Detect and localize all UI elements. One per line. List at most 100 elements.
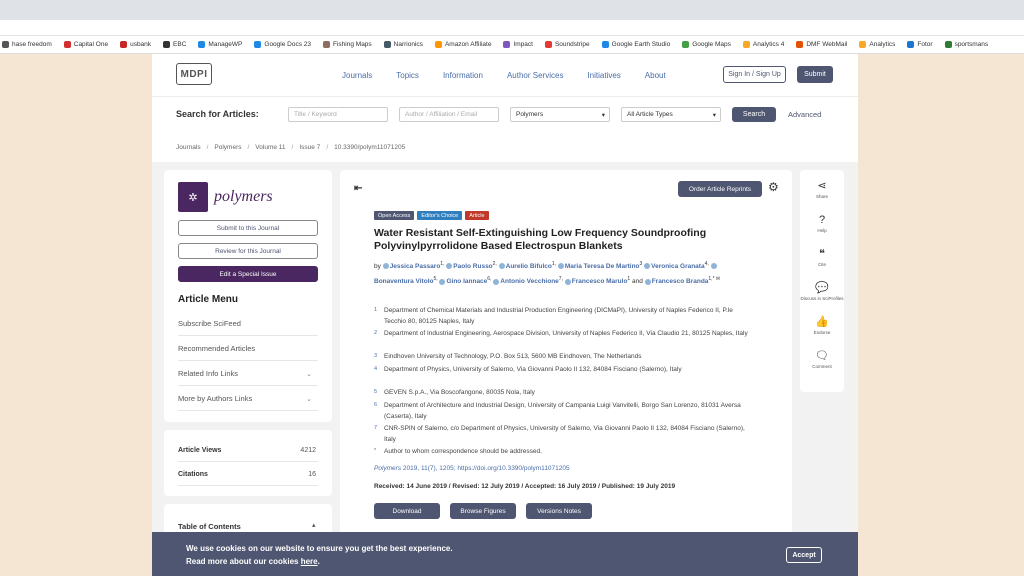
bookmark-item[interactable]: DMF WebMail (796, 41, 847, 48)
chevron-up-icon[interactable]: ▴ (312, 521, 316, 529)
order-reprints-button[interactable]: Order Article Reprints (678, 181, 762, 197)
versions-notes-button[interactable]: Versions Notes (526, 503, 592, 519)
article-badge[interactable]: Editor's Choice (417, 211, 463, 220)
bookmarks-bar: hase freedom Capital One usbank EBC ManageWP… (0, 36, 1024, 54)
tool-label: Endorse (813, 330, 831, 335)
article-menu-item[interactable]: More by Authors Links ⌄ (178, 387, 318, 411)
author-name[interactable]: Antonio Vecchione (500, 278, 559, 285)
article-badge[interactable]: Article (465, 211, 489, 220)
author-name[interactable]: Veronica Granata (651, 263, 704, 270)
gear-icon[interactable]: ⚙ (768, 180, 779, 194)
affiliation-number: 2 (374, 330, 378, 336)
bookmark-label: Capital One (73, 41, 109, 48)
bookmark-item[interactable]: Soundstripe (544, 41, 590, 48)
citation[interactable]: Polymers 2019, 11(7), 1205; https://doi.… (374, 465, 570, 472)
nav-link-author-services[interactable]: Author Services (507, 71, 563, 80)
bookmark-favicon-icon (434, 41, 442, 48)
tool-label: Help (817, 228, 827, 233)
bookmark-item[interactable]: Narrionics (383, 41, 423, 48)
stat-value: 4212 (300, 447, 316, 454)
bookmark-item[interactable]: Capital One (63, 41, 109, 48)
submit-to-journal-button[interactable]: Submit to this Journal (178, 220, 318, 236)
bookmark-item[interactable]: Fishing Maps (323, 41, 372, 48)
breadcrumb-item[interactable]: Issue 7 (299, 144, 320, 151)
nav-link-journals[interactable]: Journals (342, 71, 372, 80)
title-keyword-input[interactable]: Title / Keyword (288, 107, 388, 122)
author-name[interactable]: Francesco Marulo (572, 278, 628, 285)
bookmark-item[interactable]: Analytics 4 (742, 41, 784, 48)
tool-help[interactable]: ? Help (800, 214, 844, 233)
bookmark-item[interactable]: Google Docs 23 (254, 41, 311, 48)
bookmark-item[interactable]: hase freedom (2, 41, 52, 48)
article-menu-item[interactable]: Subscribe SciFeed (178, 312, 318, 336)
bookmark-favicon-icon (63, 41, 71, 48)
advanced-search-link[interactable]: Advanced (788, 110, 821, 119)
tool-endorse[interactable]: 👍 Endorse (800, 316, 844, 335)
journal-select[interactable]: Polymers ▾ (510, 107, 610, 122)
author-name[interactable]: Jessica Passaro (390, 263, 441, 270)
bookmark-favicon-icon (120, 41, 128, 48)
breadcrumb-separator-icon: / (247, 143, 250, 151)
bookmark-favicon-icon (682, 41, 690, 48)
nav-link-information[interactable]: Information (443, 71, 483, 80)
nav-link-about[interactable]: About (645, 71, 666, 80)
breadcrumb-item[interactable]: Polymers (214, 144, 241, 151)
bookmark-item[interactable]: Analytics (859, 41, 895, 48)
tool-discuss[interactable]: 💬 Discuss in SciProfiles (800, 282, 844, 301)
breadcrumb-item[interactable]: 10.3390/polym11071205 (334, 144, 405, 151)
search-button[interactable]: Search (732, 107, 776, 122)
author-list: by Jessica Passaro1, Paolo Russo2, Aurel… (374, 258, 754, 288)
author-affiliation-marker: 1, (551, 261, 557, 267)
tool-cite[interactable]: ❝ Cite (800, 248, 844, 267)
bookmark-item[interactable]: Google Maps (682, 41, 731, 48)
bookmark-label: Impact (513, 41, 533, 48)
author-name[interactable]: Francesco Branda (652, 278, 709, 285)
mdpi-logo[interactable]: MDPI (176, 63, 212, 85)
author-name[interactable]: Gino Iannace (446, 278, 487, 285)
bookmark-item[interactable]: EBC (163, 41, 186, 48)
tool-share[interactable]: ⋖ Share (800, 180, 844, 199)
bookmark-item[interactable]: Amazon Affiliate (434, 41, 491, 48)
nav-link-initiatives[interactable]: Initiatives (587, 71, 620, 80)
journal-name: polymers (214, 188, 273, 205)
accept-cookies-button[interactable]: Accept (786, 547, 822, 563)
author-avatar-icon (493, 278, 500, 285)
collapse-sidebar-icon[interactable]: ⇤ (354, 183, 362, 194)
article-badge[interactable]: Open Access (374, 211, 415, 220)
author-name[interactable]: Paolo Russo (453, 263, 492, 270)
bookmark-item[interactable]: usbank (120, 41, 151, 48)
edit-special-issue-button[interactable]: Edit a Special Issue (178, 266, 318, 282)
author-name[interactable]: Maria Teresa De Martino (565, 263, 640, 270)
author-input[interactable]: Author / Affiliation / Email (399, 107, 499, 122)
affiliation-number: 1 (374, 307, 378, 313)
breadcrumb-item[interactable]: Volume 11 (255, 144, 285, 151)
article-menu-item[interactable]: Related Info Links ⌄ (178, 362, 318, 386)
menu-item-label: Subscribe SciFeed (178, 319, 241, 328)
cookie-line-2: Read more about our cookies here. (186, 557, 320, 566)
journal-logo[interactable]: ✲ polymers (178, 182, 273, 212)
submit-button[interactable]: Submit (797, 66, 833, 83)
stat-label: Citations (178, 471, 208, 478)
download-button[interactable]: Download (374, 503, 440, 519)
bookmark-item[interactable]: ManageWP (198, 41, 242, 48)
review-for-journal-button[interactable]: Review for this Journal (178, 243, 318, 259)
bookmark-item[interactable]: sportsmans (944, 41, 988, 48)
author-name[interactable]: Aurelio Bifulco (506, 263, 552, 270)
author-name[interactable]: Bonaventura Vitolo (374, 278, 433, 285)
browser-address-bar[interactable] (0, 20, 1024, 36)
signin-button[interactable]: Sign In / Sign Up (723, 66, 786, 83)
bookmark-item[interactable]: Google Earth Studio (601, 41, 670, 48)
nav-link-topics[interactable]: Topics (396, 71, 419, 80)
breadcrumb-item[interactable]: Journals (176, 144, 201, 151)
bookmark-item[interactable]: Impact (503, 41, 533, 48)
article-type-select[interactable]: All Article Types ▾ (621, 107, 721, 122)
bookmark-label: ManageWP (208, 41, 243, 48)
affiliation-number: * (374, 448, 377, 454)
search-label: Search for Articles: (176, 109, 259, 119)
stat-value: 16 (308, 471, 316, 478)
article-menu-item[interactable]: Recommended Articles (178, 337, 318, 361)
tool-comment[interactable]: 🗨 Comment (800, 350, 844, 369)
browse-figures-button[interactable]: Browse Figures (450, 503, 516, 519)
cookie-here-link[interactable]: here (301, 557, 318, 566)
bookmark-item[interactable]: Fotor (907, 41, 933, 48)
